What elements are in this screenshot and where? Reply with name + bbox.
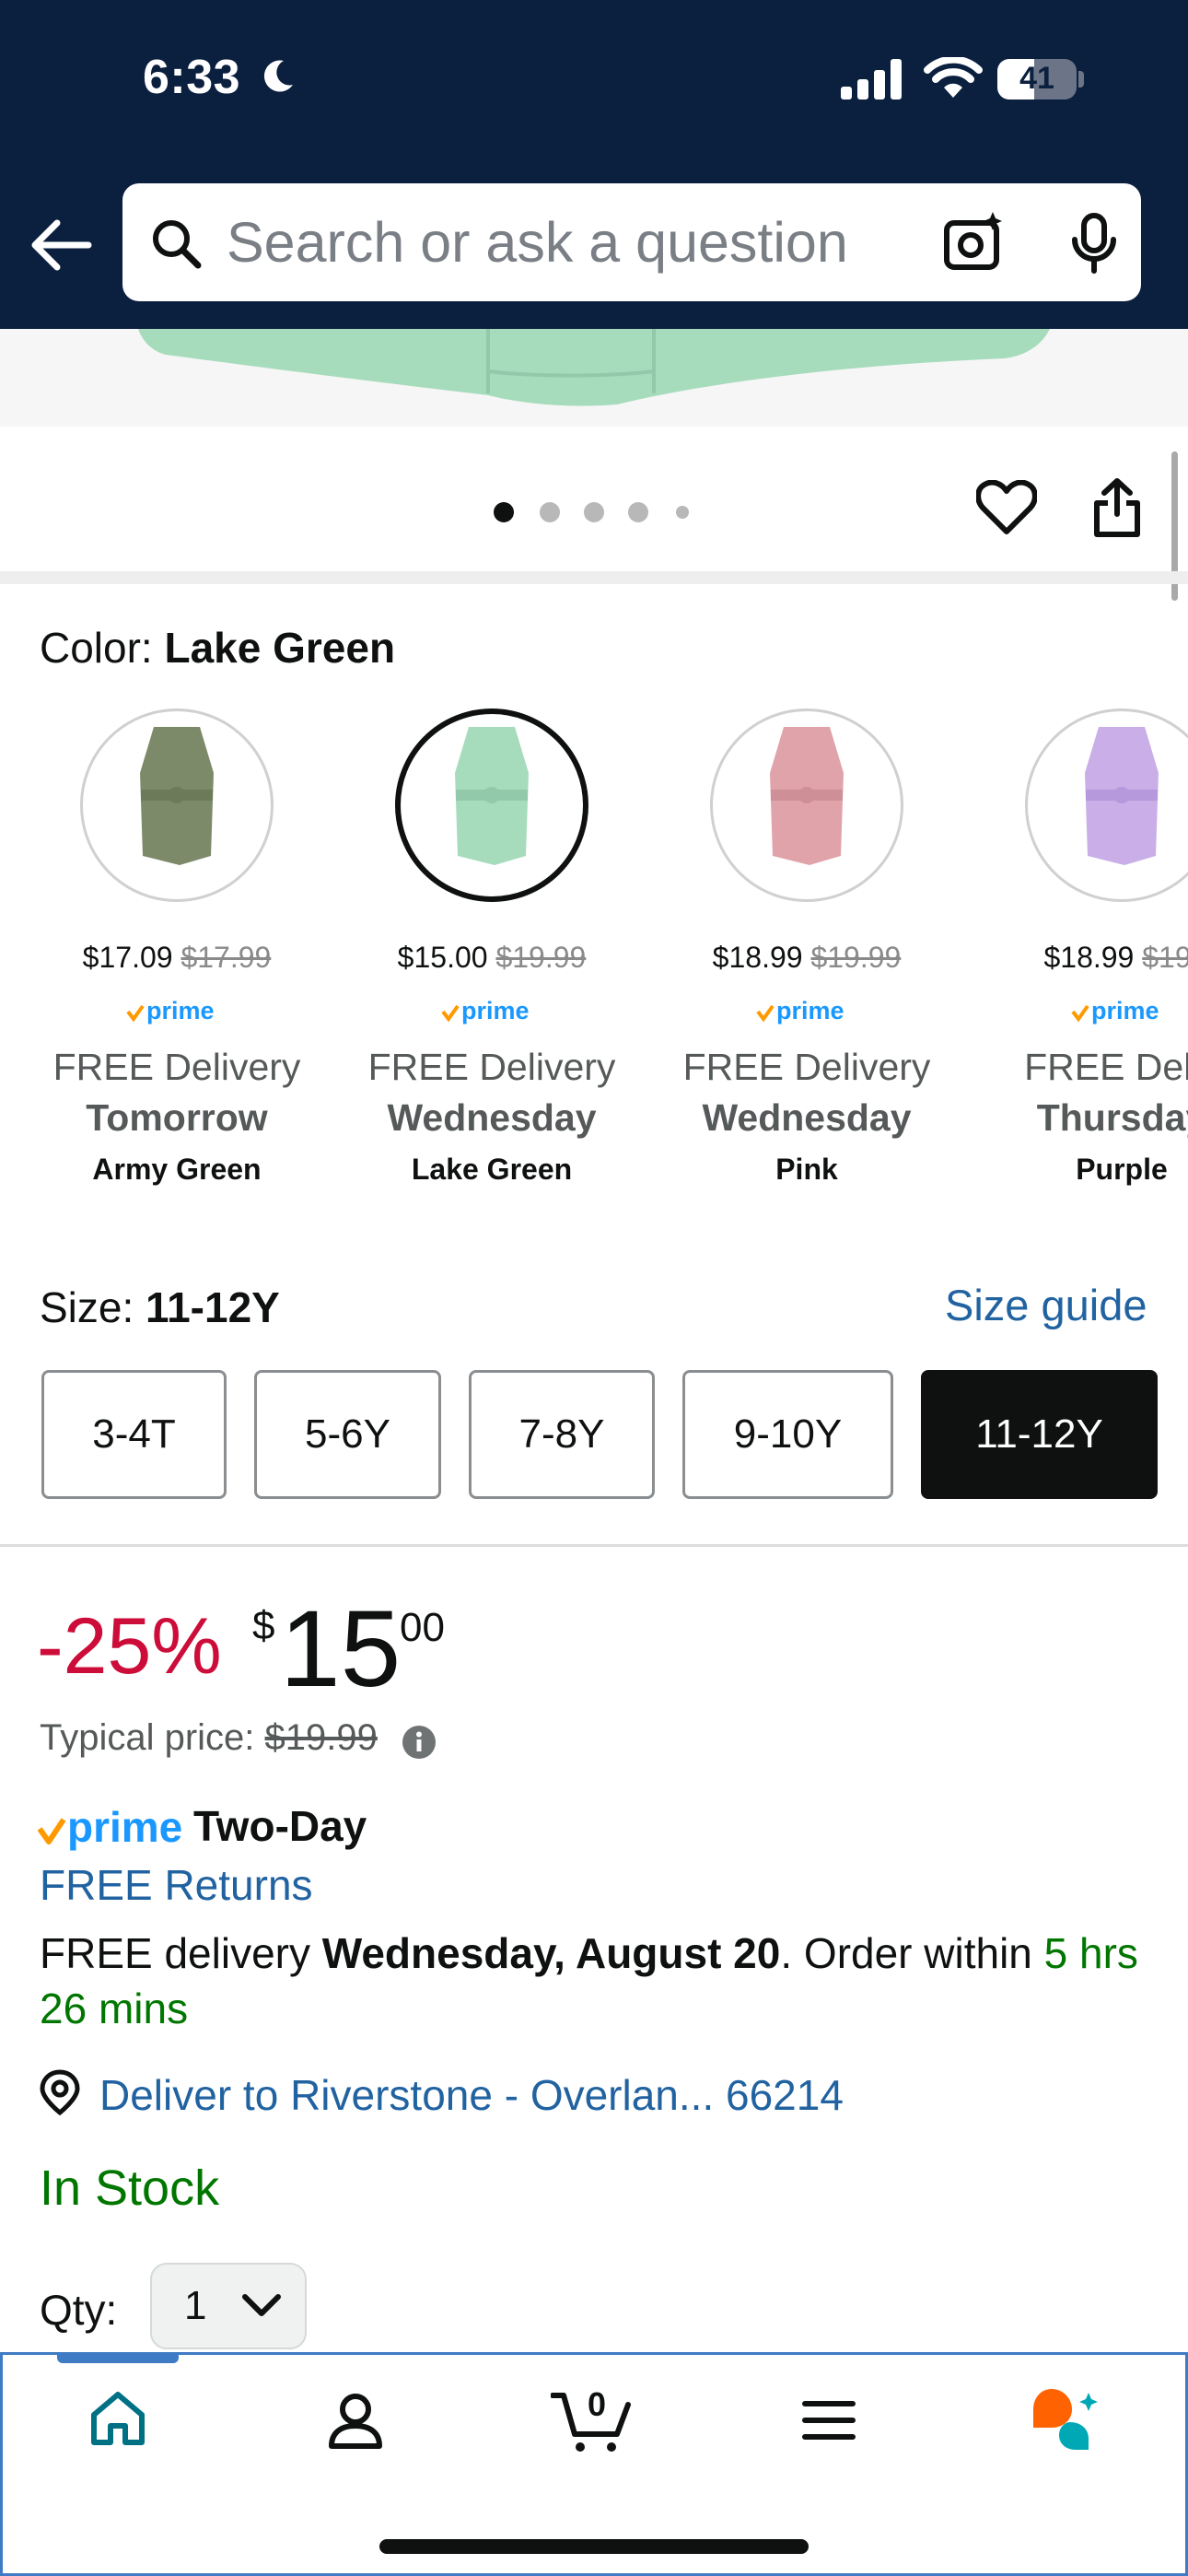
size-guide-link[interactable]: Size guide [945, 1280, 1147, 1330]
quantity-value: 1 [184, 2283, 207, 2328]
shipping-speed: Two-Day [193, 1802, 367, 1850]
color-option-delivery: FREE Delivery [52, 1046, 301, 1088]
color-option-delivery: FREE Delivery [367, 1046, 616, 1088]
heart-icon[interactable] [976, 480, 1037, 535]
moon-icon [263, 60, 293, 92]
search-input[interactable]: Search or ask a question [227, 210, 848, 275]
size-label: Size: 11-12Y [40, 1283, 280, 1331]
selected-size: 11-12Y [146, 1283, 280, 1331]
color-option-delivery: FREE Delivery [682, 1046, 931, 1088]
back-arrow-icon[interactable] [28, 217, 94, 273]
prime-logo-icon: prime [441, 997, 530, 1025]
discount-percent: -25% [37, 1602, 222, 1691]
battery-indicator: 41 [997, 59, 1077, 100]
cart-icon[interactable]: 0 [551, 2384, 634, 2454]
svg-text:prime: prime [461, 997, 530, 1025]
battery-level: 41 [1019, 61, 1054, 96]
location-pin-icon [40, 2069, 80, 2116]
svg-text:prime: prime [1091, 997, 1159, 1025]
prime-logo-icon: prime [756, 997, 844, 1025]
size-option-3-4t[interactable]: 3-4T [41, 1370, 227, 1499]
price-fraction: 00 [400, 1605, 445, 1650]
home-icon[interactable] [88, 2391, 147, 2446]
color-option-delivery-day: Tomorrow [86, 1096, 268, 1139]
color-swatch-image [395, 708, 588, 902]
color-option-lake-green[interactable]: $15.00 $19.99 prime FREE Delivery Wednes… [354, 708, 630, 1187]
cart-count: 0 [588, 2385, 606, 2423]
color-label: Color: Lake Green [40, 624, 396, 672]
account-icon[interactable] [328, 2393, 383, 2450]
rufus-assistant-icon[interactable] [1031, 2387, 1101, 2452]
product-image-dress [138, 329, 1050, 406]
color-option-name: Purple [1076, 1153, 1168, 1186]
size-option-11-12y[interactable]: 11-12Y [921, 1370, 1158, 1499]
chevron-down-icon [242, 2294, 281, 2316]
color-option-price: $18.99 $19.99 [712, 941, 902, 974]
search-icon [153, 220, 202, 269]
quantity-label: Qty: [40, 2286, 118, 2334]
color-option-purple-clip: $18.99 $19. prime FREE Deliv Thursday Pu… [984, 708, 1188, 1224]
section-divider [0, 1544, 1188, 1547]
wifi-icon [924, 57, 983, 98]
home-indicator [379, 2539, 809, 2554]
color-option-pink[interactable]: $18.99 $19.99 prime FREE Delivery Wednes… [669, 708, 945, 1187]
color-option-army-green[interactable]: $17.09 $17.99 prime FREE Delivery Tomorr… [39, 708, 315, 1187]
cellular-signal-icon [841, 59, 902, 100]
image-pagination-dots [494, 502, 689, 522]
color-option-delivery-day: Wednesday [387, 1096, 597, 1139]
nav-active-indicator [57, 2352, 179, 2363]
delivery-estimate: FREE delivery Wednesday, August 20. Orde… [40, 1929, 1138, 2032]
price-currency-symbol: $ [252, 1603, 275, 1648]
microphone-icon[interactable] [1068, 212, 1120, 275]
color-option-name: Army Green [92, 1153, 262, 1186]
selected-color: Lake Green [164, 624, 396, 672]
svg-text:prime: prime [146, 997, 215, 1025]
color-option-price: $15.00 $19.99 [397, 941, 587, 974]
color-option-price: $17.09 $17.99 [82, 941, 272, 974]
section-divider [0, 571, 1188, 584]
color-option-delivery-day: Wednesday [702, 1096, 912, 1139]
menu-icon[interactable] [801, 2398, 856, 2442]
camera-search-icon[interactable] [943, 212, 1004, 273]
color-swatch-image [1025, 708, 1188, 902]
prime-logo-icon: prime [126, 997, 215, 1025]
color-swatch-image [80, 708, 274, 902]
size-option-5-6y[interactable]: 5-6Y [254, 1370, 441, 1499]
stock-status: In Stock [40, 2160, 220, 2216]
size-option-9-10y[interactable]: 9-10Y [682, 1370, 893, 1499]
svg-text:prime: prime [67, 1803, 182, 1851]
color-option-delivery-day: Thursday [1036, 1096, 1188, 1139]
color-option-name: Lake Green [411, 1153, 573, 1186]
battery-tip [1078, 71, 1084, 88]
quantity-select[interactable] [150, 2263, 307, 2349]
svg-text:prime: prime [776, 997, 844, 1025]
size-option-7-8y[interactable]: 7-8Y [469, 1370, 655, 1499]
color-swatch-image [710, 708, 903, 902]
status-time: 6:33 [143, 51, 241, 104]
typical-price: Typical price: $19.99 [40, 1717, 378, 1758]
color-option-name: Pink [775, 1153, 838, 1186]
info-icon[interactable] [402, 1725, 437, 1760]
prime-logo-icon: prime [38, 1803, 182, 1851]
color-option-delivery: FREE Deliv [1024, 1046, 1188, 1088]
deliver-to-link[interactable]: Deliver to Riverstone - Overlan... 66214 [99, 2070, 844, 2120]
color-option-purple[interactable]: $18.99 $19. prime FREE Deliv Thursday Pu… [984, 708, 1188, 1187]
share-icon[interactable] [1091, 477, 1143, 538]
prime-logo-icon: prime [1071, 997, 1159, 1025]
color-option-price: $18.99 $19. [1043, 941, 1188, 974]
free-returns-link[interactable]: FREE Returns [40, 1860, 313, 1910]
price-whole: 15 [280, 1588, 402, 1710]
